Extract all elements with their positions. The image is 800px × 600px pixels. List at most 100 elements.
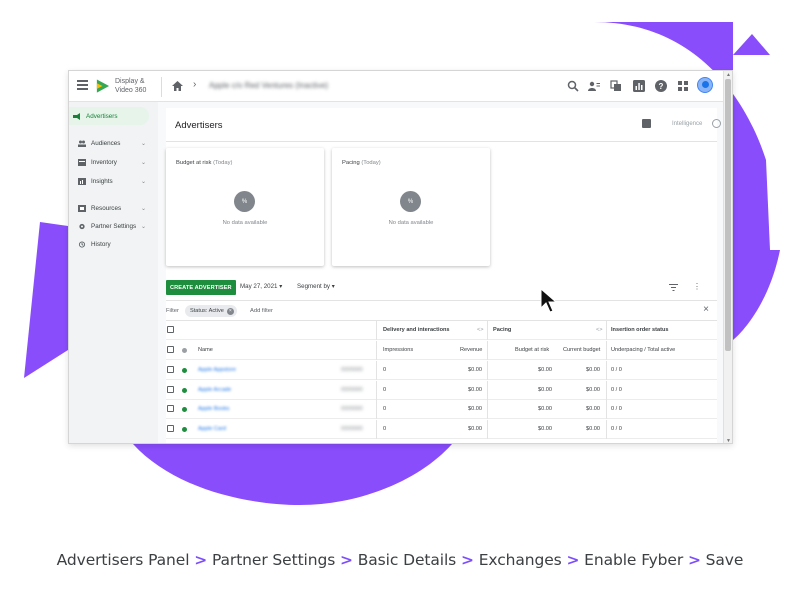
budget-at-risk-column-header[interactable]: Budget at risk [515,347,549,353]
column-divider [606,361,607,380]
history-icon [78,240,86,248]
advertiser-name-link[interactable]: Apple Appstore [198,367,236,373]
create-advertiser-button[interactable]: CREATE ADVERTISER [166,280,236,295]
sidebar-item-audiences[interactable]: Audiences ⌄ [74,134,150,152]
sidebar-item-insights[interactable]: Insights ⌄ [74,172,150,190]
name-column-header[interactable]: Name [198,347,213,353]
user-list-icon[interactable] [588,80,600,92]
column-divider [376,321,377,340]
current-budget-cell: $0.00 [586,386,600,393]
breadcrumb[interactable]: Apple c/o Red Ventures (Inactive) [209,81,328,90]
caption-separator: > [194,551,208,569]
current-budget-column-header[interactable]: Current budget [563,347,600,353]
sidebar-item-resources[interactable]: Resources ⌄ [74,199,150,217]
inventory-icon [78,158,86,166]
date-select-label: May 27, 2021 [240,283,278,290]
select-all-checkbox[interactable] [167,326,174,333]
underpacing-column-header[interactable]: Underpacing / Total active [611,347,675,353]
search-icon[interactable] [567,80,579,92]
expand-columns-icon[interactable]: <> [477,327,484,333]
brand-name: Display & Video 360 [115,77,165,95]
home-icon[interactable] [172,81,183,91]
help-icon[interactable]: ? [655,80,667,92]
card-title: Budget at risk (Today) [176,160,232,166]
column-divider [487,380,488,400]
app-window: Display & Video 360 › Apple c/o Red Vent… [68,70,733,444]
card-title-text: Budget at risk [176,160,212,166]
copy-icon[interactable] [610,80,622,92]
underpacing-cell: 0 / 0 [611,386,622,393]
budget-at-risk-card: Budget at risk (Today) % No data availab… [166,148,324,266]
advertiser-id: 0000000 [341,367,363,373]
advertiser-name-link[interactable]: Apple Arcade [198,387,231,393]
table-row[interactable]: Apple Arcade 0000000 0 $0.00 $0.00 $0.00 0 / 0 [166,380,717,400]
card-subtitle: (Today) [361,160,381,166]
impressions-cell: 0 [383,367,387,373]
table-row[interactable]: Apple Card 0000000 0 $0.00 $0.00 $0.00 0 / 0 [166,419,717,439]
chevron-down-icon: ⌄ [140,205,146,212]
row-checkbox[interactable] [167,405,174,412]
sidebar-item-advertisers[interactable]: Advertisers [69,107,149,125]
column-divider [487,400,488,419]
column-divider [487,361,488,380]
underpacing-cell: 0 / 0 [611,367,622,373]
scroll-up-arrow-icon[interactable]: ▲ [726,72,731,78]
feedback-icon[interactable] [642,119,651,128]
vertical-scrollbar[interactable]: ▲ ▼ [723,71,732,443]
avatar[interactable] [697,77,713,93]
caption-step: Enable Fyber [584,551,684,569]
impressions-column-header[interactable]: Impressions [383,347,413,353]
segment-by-select[interactable]: Segment by ▾ [297,283,335,290]
row-checkbox[interactable] [167,366,174,373]
table-row[interactable]: Apple Books 0000000 0 $0.00 $0.00 $0.00 0 / 0 [166,400,717,419]
filter-list-icon[interactable] [669,284,678,291]
svg-text:?: ? [659,82,664,91]
scrollbar-thumb[interactable] [725,79,731,351]
sidebar-item-history[interactable]: History [74,235,150,253]
purple-triangle-top [733,34,770,55]
row-checkbox[interactable] [167,385,174,393]
close-icon[interactable]: × [703,304,709,315]
row-checkbox[interactable] [167,424,174,432]
expand-columns-icon[interactable]: <> [596,327,603,333]
segment-select-label: Segment by [297,283,331,290]
header-checkbox[interactable] [167,346,174,353]
status-filter-chip[interactable]: Status: Active × [185,305,237,317]
hamburger-menu-icon[interactable] [77,80,88,92]
top-app-bar: Display & Video 360 › Apple c/o Red Vent… [69,71,723,102]
budget-at-risk-cell: $0.00 [538,425,552,432]
insertion-group-header: Insertion order status [611,327,669,333]
apps-grid-icon[interactable] [677,80,689,92]
current-budget-cell: $0.00 [586,367,600,373]
resources-icon [78,204,86,212]
chevron-down-icon: ⌄ [140,178,146,185]
pacing-group-header: Pacing [493,327,512,333]
scroll-down-arrow-icon[interactable]: ▼ [726,438,731,443]
column-divider [487,321,488,340]
table-row[interactable]: Apple Appstore 0000000 0 $0.00 $0.00 $0.00 0 /… [166,361,717,380]
advertisers-content: Budget at risk (Today) % No data availab… [166,142,717,443]
column-divider [376,361,377,380]
caption-step: Exchanges [478,551,562,569]
date-select[interactable]: May 27, 2021 ▾ [240,283,282,290]
impressions-cell: 0 [383,386,387,393]
column-divider [376,341,377,360]
brand-line-1: Display & [115,78,145,85]
current-budget-cell: $0.00 [586,425,600,432]
remove-filter-icon[interactable]: × [226,307,234,315]
sidebar-item-inventory[interactable]: Inventory ⌄ [74,153,150,171]
intelligence-icon[interactable] [712,119,721,128]
sidebar-item-partner-settings[interactable]: Partner Settings ⌄ [74,217,150,235]
add-filter-input[interactable]: Add filter [250,308,273,314]
audiences-icon [78,140,86,147]
intelligence-label[interactable]: Intelligence [672,121,702,127]
reports-icon[interactable] [633,80,645,92]
revenue-cell: $0.00 [468,386,482,393]
purple-right-wedge [733,250,780,340]
advertiser-name-link[interactable]: Apple Card [198,426,226,432]
advertiser-name-link[interactable]: Apple Books [198,406,229,412]
sidebar-item-label: Partner Settings [91,222,137,230]
more-vert-icon[interactable]: ⋮ [693,282,701,291]
sidebar-item-label: Audiences [91,139,121,147]
revenue-column-header[interactable]: Revenue [460,347,482,353]
